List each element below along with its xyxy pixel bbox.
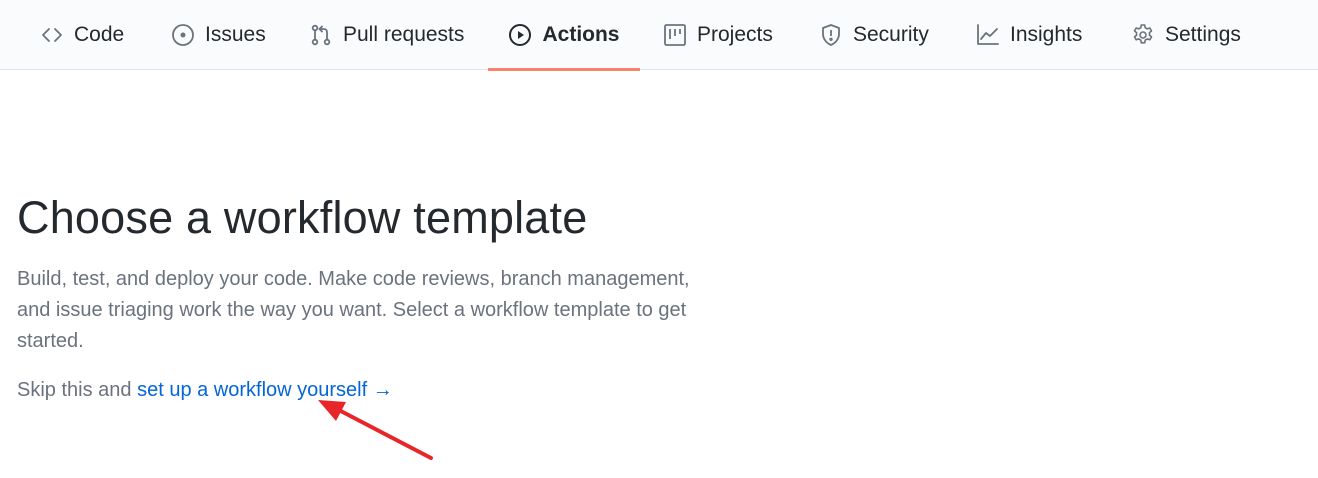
tab-projects[interactable]: Projects	[653, 0, 783, 70]
page-description: Build, test, and deploy your code. Make …	[17, 268, 690, 352]
tab-security[interactable]: Security	[809, 0, 939, 70]
skip-prefix: Skip this and	[17, 379, 138, 401]
gear-icon	[1131, 23, 1155, 47]
setup-workflow-link[interactable]: set up a workflow yourself →	[137, 379, 393, 401]
play-icon	[508, 23, 532, 47]
issue-icon	[171, 23, 195, 47]
tab-label: Actions	[542, 23, 620, 46]
tab-label: Security	[853, 23, 929, 46]
tab-issues[interactable]: Issues	[161, 0, 276, 70]
tab-insights[interactable]: Insights	[966, 0, 1092, 70]
tab-label: Code	[74, 23, 125, 46]
workflow-intro: Choose a workflow template Build, test, …	[17, 188, 737, 405]
tab-label: Issues	[205, 23, 266, 46]
tab-actions[interactable]: Actions	[488, 0, 640, 71]
project-icon	[663, 23, 687, 47]
code-icon	[40, 23, 64, 47]
pull-request-icon	[309, 23, 333, 47]
tab-label: Insights	[1010, 23, 1083, 46]
page-title: Choose a workflow template	[17, 192, 588, 243]
tab-label: Pull requests	[343, 23, 465, 46]
tab-label: Projects	[697, 23, 773, 46]
tab-pull-requests[interactable]: Pull requests	[299, 0, 474, 70]
shield-icon	[819, 23, 843, 47]
arrow-right-icon: →	[372, 379, 393, 401]
graph-icon	[976, 23, 1000, 47]
tab-label: Settings	[1165, 23, 1241, 46]
tab-code[interactable]: Code	[30, 0, 134, 70]
tab-settings[interactable]: Settings	[1121, 0, 1251, 70]
repo-nav-tabs: Code Issues Pull requests Actions Projec…	[0, 0, 1318, 71]
skip-line: Skip this and set up a workflow yourself…	[17, 375, 737, 405]
setup-workflow-link-text: set up a workflow yourself	[137, 379, 368, 401]
